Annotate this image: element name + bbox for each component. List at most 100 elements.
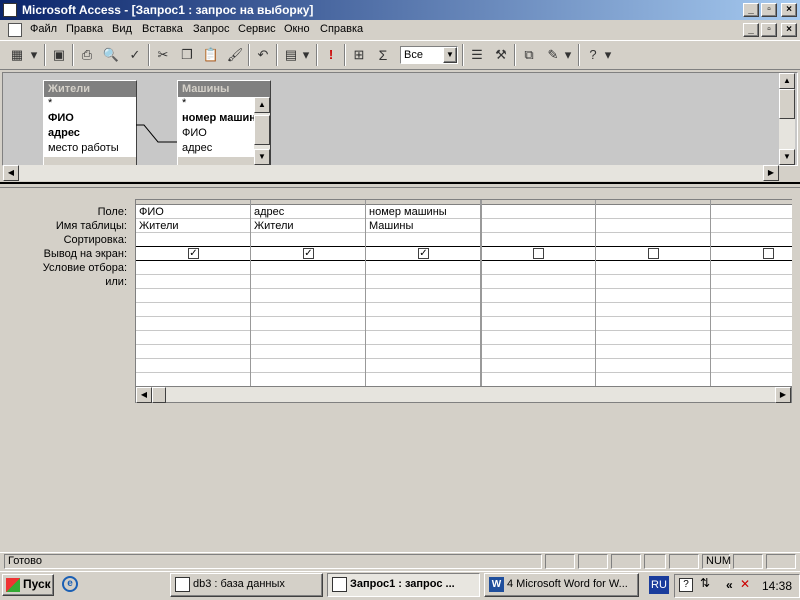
tray-expand-icon[interactable]: « (726, 578, 733, 592)
run-icon[interactable]: ! (320, 44, 342, 66)
table-field[interactable]: номер машины (178, 112, 254, 127)
ie-quicklaunch-icon[interactable]: e (62, 576, 78, 592)
network-tray-icon[interactable]: ⇅ (700, 576, 720, 594)
maximize-button[interactable]: ▫ (761, 3, 777, 17)
grid-horizontal-scrollbar[interactable]: ◀ ▶ (135, 386, 792, 403)
query-type-dropdown-icon[interactable]: ▾ (300, 44, 312, 66)
task-db3[interactable]: db3 : база данных (170, 573, 323, 597)
show-checkbox-6[interactable] (763, 248, 774, 259)
scroll-thumb[interactable] (779, 89, 795, 119)
build-icon[interactable]: ⚒ (490, 44, 512, 66)
access-window-icon (175, 577, 190, 592)
minimize-button[interactable]: _ (743, 3, 759, 17)
task-query[interactable]: Запрос1 : запрос ... (327, 573, 480, 597)
scroll-down-icon[interactable]: ▼ (254, 149, 270, 165)
scroll-left-icon[interactable]: ◀ (3, 165, 19, 181)
table-field[interactable]: адрес (44, 127, 136, 142)
access-app-icon[interactable] (3, 3, 17, 17)
start-button[interactable]: Пуск (2, 574, 54, 596)
task-label: Запрос1 : запрос ... (350, 578, 455, 590)
grid-table-3[interactable]: Машины (369, 220, 479, 232)
menu-insert[interactable]: Вставка (142, 23, 183, 35)
scroll-down-icon[interactable]: ▼ (779, 149, 795, 165)
close-button[interactable]: × (781, 3, 797, 17)
design-grid[interactable]: ФИО Жители ✓ адрес Жители ✓ номер машины… (135, 199, 792, 387)
view-datasheet-icon[interactable]: ▦ (6, 44, 28, 66)
table-field[interactable]: * (178, 97, 254, 112)
help-tray-icon[interactable]: ? (679, 578, 693, 592)
row-label-or: или: (105, 276, 127, 288)
scroll-right-icon[interactable]: ▶ (775, 387, 791, 403)
print-preview-icon[interactable]: 🔍 (100, 44, 122, 66)
relationship-line (136, 124, 180, 143)
grid-field-2[interactable]: адрес (254, 206, 364, 218)
scroll-up-icon[interactable]: ▲ (779, 73, 795, 89)
totals-icon[interactable]: Σ (372, 44, 394, 66)
menu-help[interactable]: Справка (320, 23, 363, 35)
clock[interactable]: 14:38 (762, 579, 792, 593)
database-window-icon[interactable]: ⧉ (518, 44, 540, 66)
menu-query[interactable]: Запрос (193, 23, 229, 35)
new-object-dropdown-icon[interactable]: ▾ (562, 44, 574, 66)
show-checkbox-3[interactable]: ✓ (418, 248, 429, 259)
help-icon[interactable]: ? (582, 44, 604, 66)
pane-splitter[interactable] (0, 182, 800, 188)
child-minimize-button[interactable]: _ (743, 23, 759, 37)
task-word[interactable]: W 4 Microsoft Word for W... (484, 573, 639, 597)
table-title[interactable]: Жители (44, 81, 136, 97)
title-bar[interactable]: Microsoft Access - [Запрос1 : запрос на … (0, 0, 800, 20)
spelling-icon[interactable]: ✓ (124, 44, 146, 66)
show-checkbox-4[interactable] (533, 248, 544, 259)
child-restore-button[interactable]: ▫ (761, 23, 777, 37)
table-field[interactable]: место работы (44, 142, 136, 157)
properties-icon[interactable]: ☰ (466, 44, 488, 66)
show-checkbox-1[interactable]: ✓ (188, 248, 199, 259)
query-window-icon[interactable] (8, 23, 22, 37)
table-scrollbar[interactable]: ▲ ▼ (254, 97, 270, 165)
sound-tray-icon[interactable]: ✕ (740, 577, 756, 593)
new-object-icon[interactable]: ✎ (542, 44, 564, 66)
save-icon[interactable]: ▣ (48, 44, 70, 66)
child-close-button[interactable]: × (781, 23, 797, 37)
menu-window[interactable]: Окно (284, 23, 310, 35)
combo-arrow-icon[interactable]: ▼ (443, 47, 457, 63)
table-field[interactable]: ФИО (178, 127, 254, 142)
copy-icon[interactable]: ❐ (176, 44, 198, 66)
scroll-thumb[interactable] (254, 115, 270, 145)
row-label-field: Поле: (97, 206, 127, 218)
table-field[interactable]: * (44, 97, 136, 112)
show-checkbox-5[interactable] (648, 248, 659, 259)
query-type-icon[interactable]: ▤ (280, 44, 302, 66)
menu-tools[interactable]: Сервис (238, 23, 276, 35)
scroll-right-icon[interactable]: ▶ (763, 165, 779, 181)
format-painter-icon[interactable]: 🖌 (224, 44, 246, 66)
scroll-thumb[interactable] (152, 387, 166, 403)
scroll-up-icon[interactable]: ▲ (254, 97, 270, 113)
grid-field-3[interactable]: номер машины (369, 206, 479, 218)
top-values-combo[interactable]: Все ▼ (400, 46, 458, 64)
grid-field-1[interactable]: ФИО (139, 206, 249, 218)
undo-icon[interactable]: ↶ (252, 44, 274, 66)
show-table-icon[interactable]: ⊞ (348, 44, 370, 66)
table-field[interactable]: адрес (178, 142, 254, 157)
grid-table-2[interactable]: Жители (254, 220, 364, 232)
pane-horizontal-scrollbar[interactable]: ◀ ▶ (3, 165, 779, 181)
show-checkbox-2[interactable]: ✓ (303, 248, 314, 259)
paste-icon[interactable]: 📋 (200, 44, 222, 66)
cut-icon[interactable]: ✂ (152, 44, 174, 66)
table-title[interactable]: Машины (178, 81, 270, 97)
table-box-zhiteli[interactable]: Жители * ФИО адрес место работы (43, 80, 137, 166)
query-window-icon (332, 577, 347, 592)
menu-view[interactable]: Вид (112, 23, 132, 35)
language-indicator[interactable]: RU (649, 576, 669, 594)
menu-edit[interactable]: Правка (66, 23, 103, 35)
scroll-left-icon[interactable]: ◀ (136, 387, 152, 403)
menu-file[interactable]: Файл (30, 23, 57, 35)
grid-table-1[interactable]: Жители (139, 220, 249, 232)
table-box-mashiny[interactable]: Машины * номер машины ФИО адрес ▲ ▼ (177, 80, 271, 166)
table-field[interactable]: ФИО (44, 112, 136, 127)
pane-vertical-scrollbar[interactable]: ▲ ▼ (779, 73, 795, 165)
view-dropdown-icon[interactable]: ▾ (28, 44, 40, 66)
print-icon[interactable]: ⎙ (76, 44, 98, 66)
help-dropdown-icon[interactable]: ▾ (602, 44, 614, 66)
